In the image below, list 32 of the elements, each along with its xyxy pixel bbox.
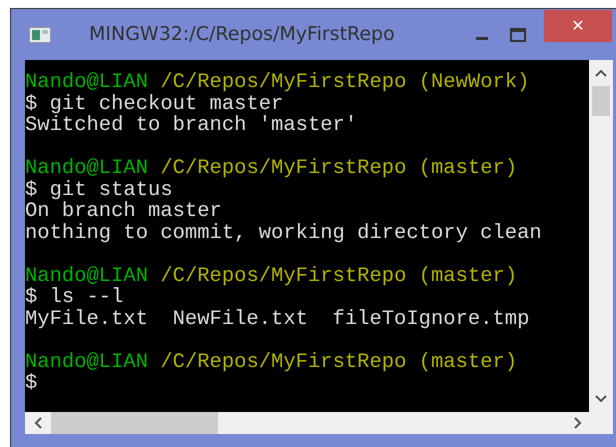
scrollbar-thumb[interactable] (51, 412, 218, 434)
prompt-branch: (master) (418, 264, 518, 288)
prompt-user: Nando@LIAN (25, 157, 148, 180)
prompt-user: Nando@LIAN (25, 350, 148, 374)
prompt-branch: (master) (418, 157, 518, 180)
scroll-left-icon[interactable] (33, 417, 43, 429)
prompt-path: /C/Repos/MyFirstRepo (160, 264, 406, 288)
scrollbar-thumb[interactable] (592, 86, 610, 116)
command-line: $ (25, 372, 38, 395)
command-line: $ ls --l (25, 286, 124, 309)
prompt-branch: (master) (418, 350, 518, 374)
scroll-down-icon[interactable] (595, 394, 607, 404)
prompt-branch: (NewWork) (418, 71, 530, 94)
app-icon (29, 26, 51, 42)
close-button[interactable]: ✕ (544, 10, 612, 42)
output-line: nothing to commit, working directory clean (25, 222, 542, 244)
prompt-path: /C/Repos/MyFirstRepo (160, 157, 406, 180)
prompt-path: /C/Repos/MyFirstRepo (160, 350, 406, 374)
horizontal-scrollbar[interactable] (25, 412, 613, 434)
scroll-right-icon[interactable] (573, 417, 583, 429)
window-title: MINGW32:/C/Repos/MyFirstRepo (89, 22, 395, 48)
command-line: $ git checkout master (25, 92, 284, 116)
prompt-path: /C/Repos/MyFirstRepo (160, 71, 406, 94)
command-line: $ git status (25, 178, 173, 202)
output-line: MyFile.txt NewFile.txt fileToIgnore.tmp (25, 308, 530, 330)
scroll-up-icon[interactable] (595, 68, 607, 78)
prompt-user: Nando@LIAN (25, 71, 148, 94)
output-line: Switched to branch 'master' (25, 114, 358, 137)
prompt-user: Nando@LIAN (25, 264, 148, 288)
maximize-icon[interactable] (510, 28, 526, 42)
vertical-scrollbar[interactable] (589, 60, 613, 412)
output-line: On branch master (25, 200, 222, 223)
